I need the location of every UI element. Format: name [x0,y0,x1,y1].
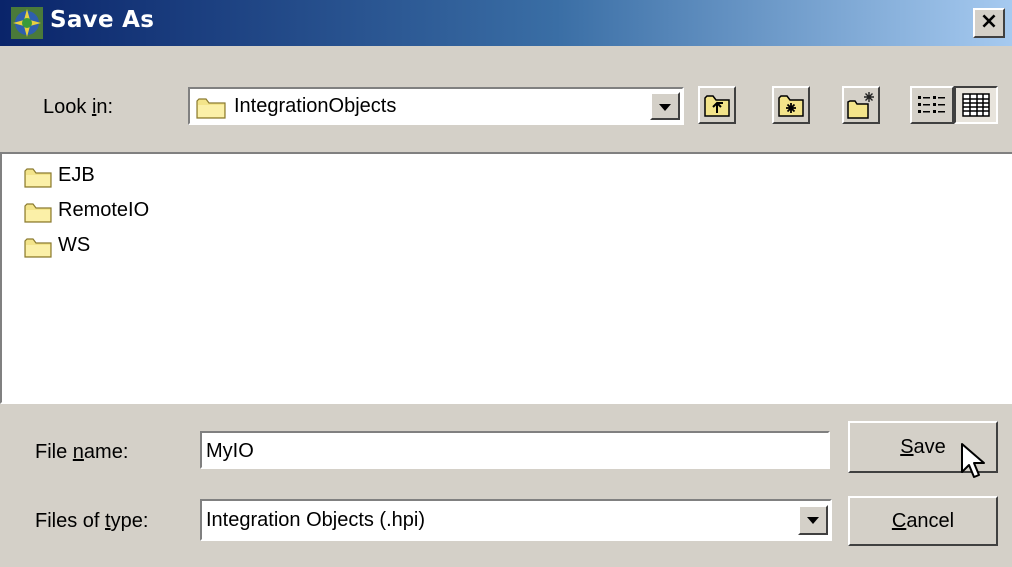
chevron-down-icon[interactable] [798,505,828,535]
save-mnemonic: S [900,436,914,458]
folder-icon [24,168,52,188]
close-icon: × [979,9,999,34]
file-type-value: Integration Objects (.hpi) [206,509,425,531]
folder-icon [24,238,52,258]
cancel-label-rest: ancel [906,510,955,532]
mouse-cursor-icon [961,443,985,478]
file-name-text: WS [58,234,91,256]
home-folder-icon [778,95,804,117]
details-view-button[interactable] [954,86,998,124]
look-in-dropdown[interactable]: IntegrationObjects [188,87,684,125]
list-view-icon [918,96,945,113]
window-title: Save As [50,7,155,33]
new-folder-icon [847,92,874,119]
folder-up-icon [704,95,730,117]
home-button[interactable] [772,86,810,124]
close-button[interactable]: × [973,8,1005,38]
file-name-text: RemoteIO [58,199,150,221]
look-in-label-pre: Look [43,96,92,118]
folder-icon [24,203,52,223]
file-name-text: EJB [58,164,95,186]
folder-icon [196,98,226,119]
cancel-mnemonic: C [891,510,907,532]
files-of-type-label: Files of type: [35,510,148,533]
up-one-level-button[interactable] [698,86,736,124]
look-in-label-post: n: [96,96,114,118]
file-name-label-pre: File [35,441,73,463]
files-of-type-dropdown[interactable]: Integration Objects (.hpi) [200,499,832,541]
file-type-label-pre: Files of [35,510,106,532]
file-list[interactable]: EJB RemoteIO WS [0,152,1012,404]
file-name-label-post: ame: [83,441,129,463]
file-name-label: File name: [35,441,128,464]
new-folder-button[interactable] [842,86,880,124]
chevron-down-icon[interactable] [650,92,680,120]
look-in-value: IntegrationObjects [234,95,397,117]
title-bar: Save As × [0,0,1012,46]
file-type-label-post: ype: [110,510,149,532]
save-label-rest: ave [913,436,946,458]
java-cup-icon [11,7,43,39]
look-in-label: Look in: [43,96,113,119]
list-view-button[interactable] [910,86,954,124]
file-name-mnemonic: n [72,441,84,463]
details-view-icon [962,93,990,117]
cancel-button[interactable]: Cancel [848,496,998,546]
file-name-value: MyIO [206,440,254,462]
file-name-field[interactable]: MyIO [200,431,830,469]
